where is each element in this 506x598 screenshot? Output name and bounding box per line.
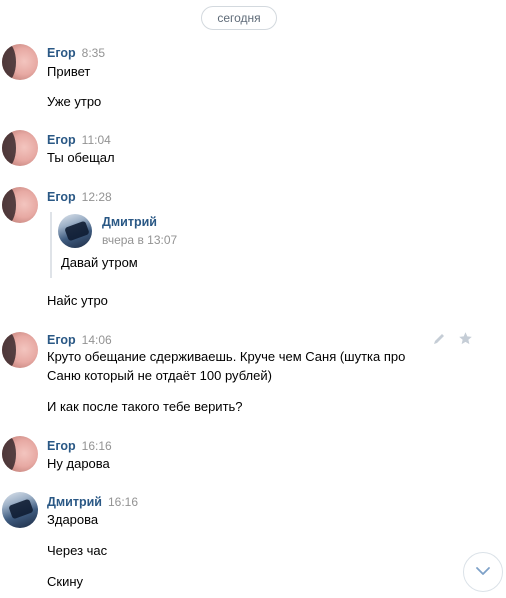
message-time[interactable]: 16:16 (82, 439, 112, 453)
avatar[interactable] (2, 332, 38, 368)
avatar[interactable] (2, 44, 38, 80)
message-group: Егор 12:28 Дмитрий вчера в 13:07 Давай ут… (0, 187, 506, 312)
author-name[interactable]: Егор (47, 190, 76, 204)
message-group: Егор 14:06 Круто обещание сдерживаешь. Кр… (0, 330, 506, 420)
message-header: Егор 12:28 (47, 190, 112, 204)
message-time[interactable]: 8:35 (82, 46, 105, 60)
message-group: Дмитрий 16:16 Здарова Через час Скину (0, 492, 506, 592)
message-time[interactable]: 16:16 (108, 495, 138, 509)
avatar[interactable] (2, 187, 38, 223)
message-text: Круто обещание сдерживаешь. Круче чем Са… (47, 349, 406, 364)
message-time[interactable]: 12:28 (82, 190, 112, 204)
message-group: Егор 8:35 Привет Уже утро (0, 43, 506, 118)
message-text: Уже утро (47, 94, 102, 109)
message-text: Ты обещал (47, 150, 115, 165)
message-time[interactable]: 11:04 (82, 133, 111, 147)
star-icon[interactable] (458, 331, 473, 349)
message-text: Привет (47, 64, 91, 79)
message-text: Саню который не отдаёт 100 рублей) (47, 368, 272, 383)
avatar[interactable] (2, 130, 38, 166)
message-group: Егор 11:04 Ты обещал (0, 130, 506, 170)
author-name[interactable]: Егор (47, 439, 76, 453)
author-name[interactable]: Егор (47, 133, 76, 147)
message-header: Дмитрий 16:16 (47, 495, 138, 509)
author-name[interactable]: Егор (47, 333, 76, 347)
message-time[interactable]: 14:06 (82, 333, 112, 347)
message-text: Здарова (47, 512, 99, 527)
author-name[interactable]: Дмитрий (47, 495, 102, 509)
chevron-down-icon (475, 563, 491, 581)
message-header: Егор 8:35 (47, 46, 105, 60)
message-text: Через час (47, 543, 108, 558)
message-text: И как после такого тебе верить? (47, 399, 243, 414)
date-separator: сегодня (201, 6, 277, 30)
avatar[interactable] (2, 436, 38, 472)
message-header: Егор 16:16 (47, 439, 112, 453)
reply-time[interactable]: вчера в 13:07 (102, 233, 177, 247)
message-text: Найс утро (47, 293, 108, 308)
author-name[interactable]: Егор (47, 46, 76, 60)
reply-author[interactable]: Дмитрий (102, 215, 157, 229)
avatar[interactable] (2, 492, 38, 528)
reply-text: Давай утром (61, 255, 138, 270)
reply-quote[interactable]: Дмитрий вчера в 13:07 Давай утром (50, 212, 352, 278)
message-group: Егор 16:16 Ну дарова (0, 436, 506, 476)
pencil-icon[interactable] (432, 332, 446, 349)
message-text: Ну дарова (47, 456, 110, 471)
reply-avatar[interactable] (58, 214, 92, 248)
message-header: Егор 11:04 (47, 133, 111, 147)
message-header: Егор 14:06 (47, 333, 112, 347)
message-text: Скину (47, 574, 84, 589)
scroll-down-button[interactable] (463, 552, 503, 592)
